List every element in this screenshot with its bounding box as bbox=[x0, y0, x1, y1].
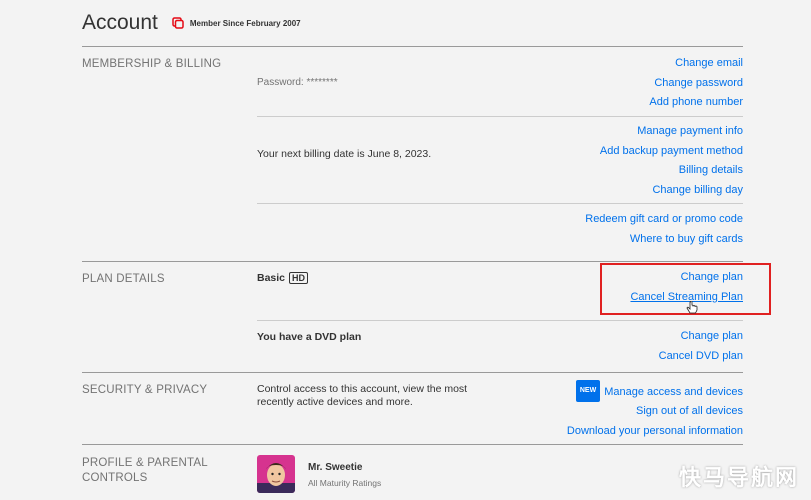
billing-date-text: Your next billing date is June 8, 2023. bbox=[257, 148, 432, 160]
member-since-text: Member Since February 2007 bbox=[189, 18, 301, 28]
security-links: NEW Manage access and devices Sign out of… bbox=[567, 380, 743, 441]
account-links: Change email Change password Add phone n… bbox=[649, 54, 743, 113]
hd-badge: HD bbox=[289, 272, 309, 284]
profile-name: Mr. Sweetie bbox=[308, 462, 363, 473]
section-divider bbox=[82, 372, 743, 373]
change-billing-day-link[interactable]: Change billing day bbox=[600, 181, 743, 201]
plan-details-label: PLAN DETAILS bbox=[82, 273, 165, 285]
billing-links: Manage payment info Add backup payment m… bbox=[600, 122, 743, 200]
change-password-link[interactable]: Change password bbox=[649, 74, 743, 94]
page-title: Account bbox=[82, 11, 158, 34]
member-since-badge: Member Since February 2007 bbox=[172, 17, 301, 29]
billing-details-link[interactable]: Billing details bbox=[600, 161, 743, 181]
profile-maturity-rating: All Maturity Ratings bbox=[308, 478, 382, 488]
membership-billing-label: MEMBERSHIP & BILLING bbox=[82, 58, 222, 70]
add-backup-payment-link[interactable]: Add backup payment method bbox=[600, 142, 743, 162]
streaming-plan: Basic HD bbox=[257, 272, 309, 284]
subsection-divider bbox=[257, 320, 743, 321]
where-to-buy-gift-cards-link[interactable]: Where to buy gift cards bbox=[585, 230, 743, 250]
section-divider bbox=[82, 444, 743, 445]
manage-access-devices-link[interactable]: Manage access and devices bbox=[604, 386, 743, 398]
subsection-divider bbox=[257, 203, 743, 204]
change-dvd-plan-link[interactable]: Change plan bbox=[659, 327, 743, 347]
membership-icon bbox=[172, 17, 184, 29]
section-divider bbox=[82, 46, 743, 47]
gift-links: Redeem gift card or promo code Where to … bbox=[585, 210, 743, 249]
security-description-line1: Control access to this account, view the… bbox=[257, 383, 468, 395]
dvd-plan-text: You have a DVD plan bbox=[257, 331, 362, 343]
streaming-plan-name: Basic bbox=[257, 272, 286, 284]
manage-access-row: NEW Manage access and devices bbox=[567, 380, 743, 402]
cancel-dvd-plan-link[interactable]: Cancel DVD plan bbox=[659, 347, 743, 367]
security-description: Control access to this account, view the… bbox=[257, 383, 467, 409]
profile-parental-label: PROFILE & PARENTAL CONTROLS bbox=[82, 456, 208, 486]
sign-out-all-devices-link[interactable]: Sign out of all devices bbox=[567, 402, 743, 422]
subsection-divider bbox=[257, 116, 743, 117]
redeem-gift-card-link[interactable]: Redeem gift card or promo code bbox=[585, 210, 743, 230]
page-header: Account Member Since February 2007 bbox=[82, 6, 301, 40]
security-description-line2: recently active devices and more. bbox=[257, 396, 413, 408]
hand-cursor-icon bbox=[686, 301, 698, 314]
add-phone-number-link[interactable]: Add phone number bbox=[649, 93, 743, 113]
avatar[interactable] bbox=[257, 455, 295, 493]
manage-payment-info-link[interactable]: Manage payment info bbox=[600, 122, 743, 142]
profile-label-line1: PROFILE & PARENTAL bbox=[82, 457, 208, 469]
download-personal-info-link[interactable]: Download your personal information bbox=[567, 422, 743, 442]
dvd-plan-links: Change plan Cancel DVD plan bbox=[659, 327, 743, 366]
change-email-link[interactable]: Change email bbox=[649, 54, 743, 74]
section-divider bbox=[82, 261, 743, 262]
profile-label-line2: CONTROLS bbox=[82, 472, 148, 484]
security-privacy-label: SECURITY & PRIVACY bbox=[82, 384, 208, 396]
password-value: Password: ******** bbox=[257, 77, 338, 88]
new-badge: NEW bbox=[575, 380, 601, 402]
watermark-text: 快马导航网 bbox=[678, 466, 799, 491]
profile-avatar-image bbox=[257, 455, 295, 493]
